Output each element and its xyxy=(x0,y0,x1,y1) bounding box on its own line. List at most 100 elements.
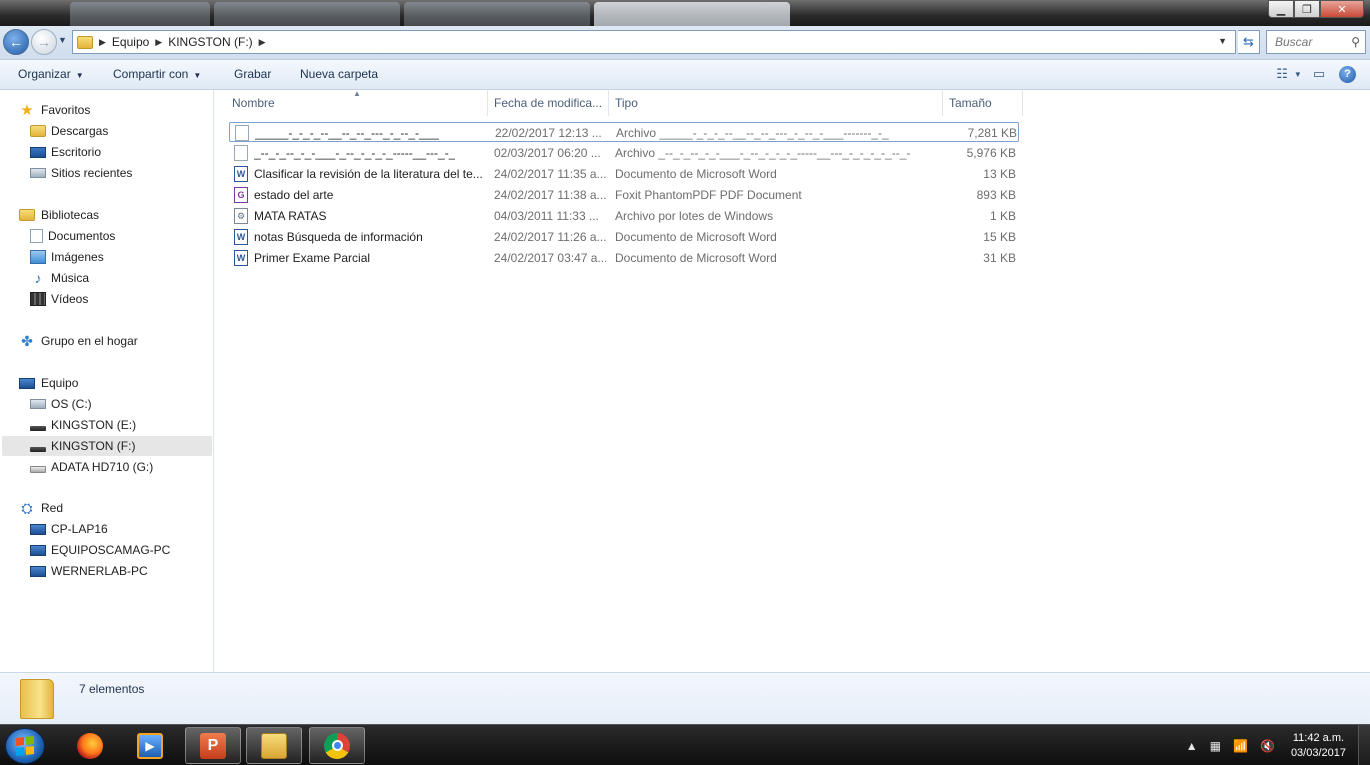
table-row[interactable]: _--_-_--_-_-___-_--_-_-_-_-----__---_-_ … xyxy=(229,143,1019,163)
address-bar[interactable]: ▶ Equipo ▶ KINGSTON (F:) ▶ ▼ xyxy=(72,30,1236,54)
table-row[interactable]: ⚙ MATA RATAS 04/03/2011 11:33 ... Archivo… xyxy=(229,206,1019,226)
help-icon: ? xyxy=(1344,68,1351,80)
clock[interactable]: 11:42 a.m. 03/03/2017 xyxy=(1291,731,1346,761)
table-row[interactable]: W Primer Exame Parcial 24/02/2017 03:47 a… xyxy=(229,248,1019,268)
blank-file-icon xyxy=(235,125,249,141)
share-with-button[interactable]: Compartir con ▼ xyxy=(113,67,201,81)
file-list: Nombre ▲ Fecha de modifica... Tipo Tamañ… xyxy=(215,89,1370,672)
explorer-icon xyxy=(261,732,287,759)
burn-button[interactable]: Grabar xyxy=(234,67,271,81)
nav-network[interactable]: ⛭ Red xyxy=(19,498,63,518)
nav-documents[interactable]: Documentos xyxy=(30,226,115,246)
pictures-icon xyxy=(30,250,46,264)
table-row[interactable]: Gestado del arte 24/02/2017 11:38 a... F… xyxy=(229,185,1019,205)
change-view-button[interactable]: ☷ ▼ xyxy=(1276,65,1302,83)
breadcrumb-kingston-f[interactable]: KINGSTON (F:) xyxy=(168,35,252,49)
search-icon[interactable]: ⚲ xyxy=(1351,35,1360,49)
nav-network-cp-lap16[interactable]: CP-LAP16 xyxy=(30,519,108,539)
taskbar-firefox[interactable] xyxy=(62,727,118,764)
breadcrumb-equipo[interactable]: Equipo xyxy=(112,35,149,49)
chevron-right-icon[interactable]: ▶ xyxy=(155,37,162,48)
nav-network-equiposcamag[interactable]: EQUIPOSCAMAG-PC xyxy=(30,540,170,560)
nav-drive-f[interactable]: KINGSTON (F:) xyxy=(2,436,212,456)
nav-drive-e[interactable]: KINGSTON (E:) xyxy=(30,415,136,435)
taskbar-explorer[interactable] xyxy=(246,727,302,764)
nav-libraries[interactable]: Bibliotecas xyxy=(19,205,99,225)
nav-pictures[interactable]: Imágenes xyxy=(30,247,104,267)
taskbar-powerpoint[interactable]: P xyxy=(185,727,241,764)
folder-icon xyxy=(77,35,93,49)
table-row[interactable]: W Clasificar la revisión de la literatura… xyxy=(229,164,1019,184)
volume-muted-icon[interactable]: 🔇 xyxy=(1260,739,1275,753)
nav-music[interactable]: ♪ Música xyxy=(30,268,90,288)
nav-recent-places[interactable]: Sitios recientes xyxy=(30,163,132,183)
documents-icon xyxy=(30,229,43,243)
window-title-bar: ▁ ❐ ✕ xyxy=(0,0,1370,26)
column-header-date[interactable]: Fecha de modifica... xyxy=(488,90,609,116)
table-row[interactable]: _____-_-_-_--__--_--_---_-_--_-___ 22/02… xyxy=(229,122,1019,142)
column-headers: Nombre ▲ Fecha de modifica... Tipo Tamañ… xyxy=(215,89,1023,116)
show-desktop-button[interactable] xyxy=(1358,725,1370,765)
chrome-icon xyxy=(324,732,350,759)
background-tab xyxy=(404,2,590,26)
recent-places-icon xyxy=(30,168,46,178)
column-header-type[interactable]: Tipo xyxy=(609,90,943,116)
chevron-down-icon: ▼ xyxy=(193,71,202,80)
chevron-down-icon: ▼ xyxy=(75,71,84,80)
nav-computer[interactable]: Equipo xyxy=(19,373,78,393)
taskbar-chrome[interactable] xyxy=(309,727,365,764)
word-document-icon: W xyxy=(234,229,248,245)
refresh-icon: ⇆ xyxy=(1243,34,1254,49)
folder-icon xyxy=(20,679,54,719)
new-folder-button[interactable]: Nueva carpeta xyxy=(300,67,378,81)
system-drive-icon xyxy=(30,399,46,409)
homegroup-icon: ✤ xyxy=(21,332,33,349)
nav-favorites[interactable]: ★ Favoritos xyxy=(19,100,90,120)
nav-drive-c[interactable]: OS (C:) xyxy=(30,394,92,414)
address-history-dropdown[interactable]: ▼ xyxy=(1218,36,1227,46)
chevron-right-icon[interactable]: ▶ xyxy=(99,37,106,48)
nav-network-wernerlab[interactable]: WERNERLAB-PC xyxy=(30,561,148,581)
details-pane: 7 elementos xyxy=(0,672,1370,724)
minimize-button[interactable]: ▁ xyxy=(1268,0,1294,18)
pdf-document-icon: G xyxy=(234,187,248,203)
close-button[interactable]: ✕ xyxy=(1320,0,1364,18)
forward-button[interactable]: → xyxy=(31,29,57,55)
nav-downloads[interactable]: Descargas xyxy=(30,121,108,141)
details-view-icon: ☷ xyxy=(1276,66,1288,81)
column-header-size[interactable]: Tamaño xyxy=(943,90,1023,116)
chevron-down-icon: ▼ xyxy=(1293,69,1302,79)
show-hidden-icons-button[interactable]: ▲ xyxy=(1186,739,1198,753)
search-box[interactable]: ⚲ xyxy=(1266,30,1366,54)
refresh-button[interactable]: ⇆ xyxy=(1238,30,1260,54)
organize-button[interactable]: Organizar ▼ xyxy=(18,67,84,81)
address-row: ← → ▼ ▶ Equipo ▶ KINGSTON (F:) ▶ ▼ ⇆ ⚲ xyxy=(0,26,1370,60)
taskbar-media-player[interactable]: ▶ xyxy=(122,727,178,764)
help-button[interactable]: ? xyxy=(1339,65,1356,83)
search-input[interactable] xyxy=(1275,35,1345,49)
sort-ascending-icon: ▲ xyxy=(353,89,361,98)
wifi-signal-icon[interactable]: 📶 xyxy=(1233,739,1248,753)
desktop-icon xyxy=(30,146,46,158)
back-button[interactable]: ← xyxy=(3,29,29,55)
recent-pages-dropdown[interactable]: ▼ xyxy=(58,35,67,45)
nav-desktop[interactable]: Escritorio xyxy=(30,142,101,162)
start-button[interactable] xyxy=(5,728,45,764)
preview-pane-icon: ▭ xyxy=(1312,66,1326,81)
maximize-button[interactable]: ❐ xyxy=(1294,0,1320,18)
network-icon[interactable]: ▦ xyxy=(1210,739,1221,753)
background-tab xyxy=(70,2,210,26)
table-row[interactable]: Wnotas Búsqueda de información 24/02/201… xyxy=(229,227,1019,247)
arrow-left-icon: ← xyxy=(9,34,23,50)
nav-homegroup[interactable]: ✤ Grupo en el hogar xyxy=(19,331,138,351)
external-drive-icon xyxy=(30,465,46,473)
music-icon: ♪ xyxy=(34,270,42,286)
preview-pane-button[interactable]: ▭ xyxy=(1309,65,1329,83)
word-document-icon: W xyxy=(234,166,248,182)
chevron-right-icon[interactable]: ▶ xyxy=(259,37,266,48)
downloads-folder-icon xyxy=(30,125,46,137)
computer-icon xyxy=(30,544,46,556)
computer-icon xyxy=(30,523,46,535)
nav-drive-g[interactable]: ADATA HD710 (G:) xyxy=(30,457,153,477)
nav-videos[interactable]: Vídeos xyxy=(30,289,88,309)
